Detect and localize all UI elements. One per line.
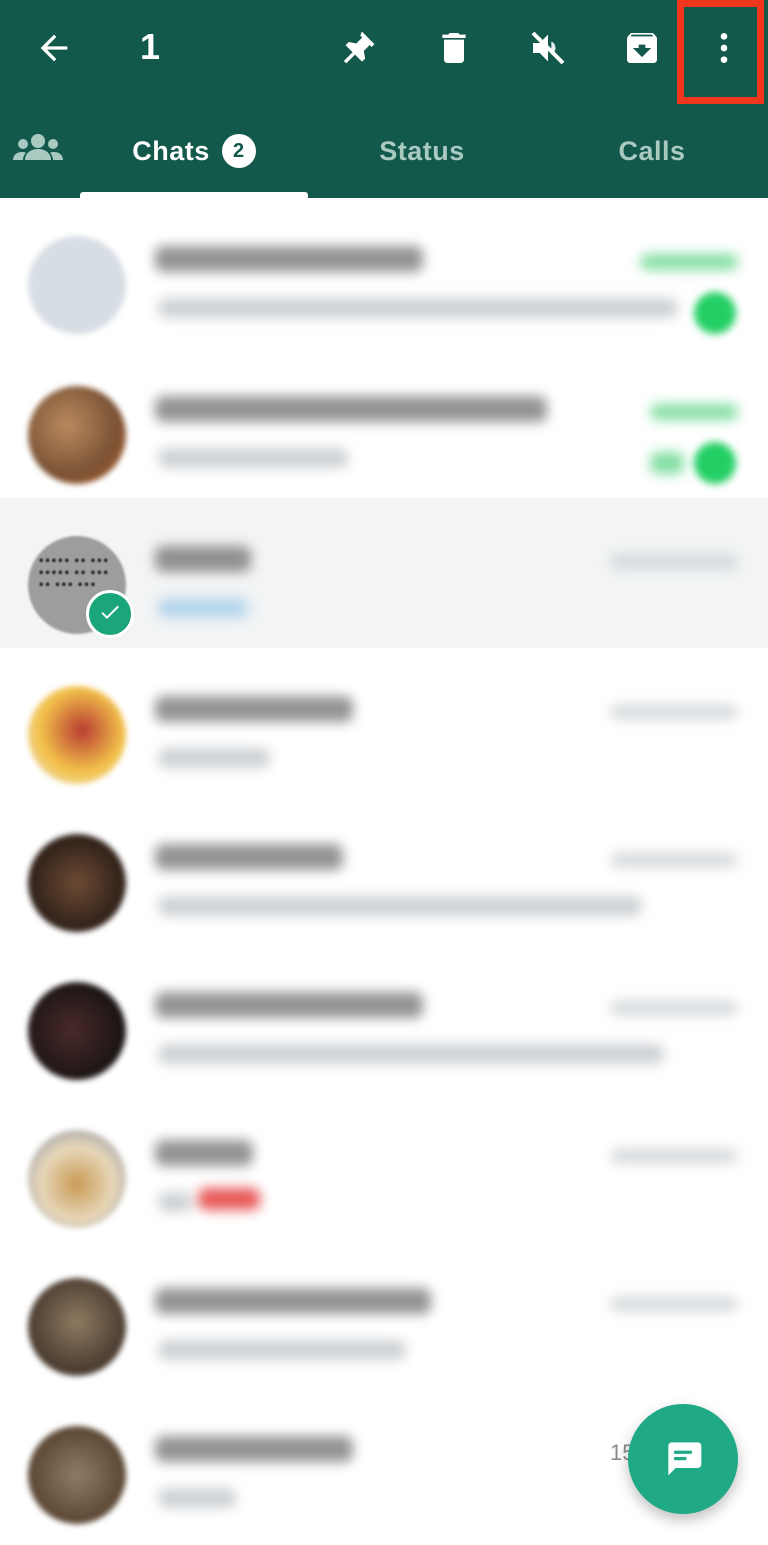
unread-badge (694, 292, 736, 334)
chat-row[interactable] (0, 1240, 768, 1388)
chat-name-blurred (155, 992, 423, 1018)
selection-toolbar: 1 (0, 0, 768, 104)
chat-name-blurred (155, 844, 343, 870)
tab-status-label: Status (379, 135, 465, 166)
tab-calls[interactable]: Calls (536, 104, 768, 198)
chat-name-blurred (155, 396, 547, 422)
pin-icon (337, 27, 379, 74)
avatar (28, 686, 126, 784)
chat-row[interactable] (0, 348, 768, 498)
chat-row[interactable] (0, 648, 768, 796)
back-button[interactable] (22, 18, 86, 82)
archive-button[interactable] (610, 18, 674, 82)
new-chat-icon (661, 1435, 705, 1484)
chat-name-blurred (155, 1140, 253, 1166)
chat-time-blurred (640, 254, 738, 270)
chat-preview-blurred (158, 1044, 664, 1064)
archive-icon (622, 28, 662, 73)
avatar (28, 1426, 126, 1524)
chat-time-blurred (610, 1148, 738, 1164)
chat-name-blurred (155, 546, 251, 572)
selected-check-badge (86, 590, 134, 638)
mute-button[interactable] (516, 18, 580, 82)
avatar (28, 1130, 126, 1228)
avatar (28, 1278, 126, 1376)
heart-emoji-blurred (198, 1188, 260, 1210)
chat-time-blurred (650, 404, 738, 420)
chat-list (0, 198, 768, 1536)
tab-bar: Chats 2 Status Calls (0, 104, 768, 198)
chat-row[interactable] (0, 796, 768, 944)
chat-name-blurred (155, 246, 423, 272)
trash-icon (434, 28, 474, 73)
chat-time-blurred (610, 554, 738, 570)
chat-preview-blurred (158, 1340, 406, 1360)
unread-chats-badge: 2 (221, 134, 256, 168)
avatar (28, 834, 126, 932)
chat-preview-blurred (158, 448, 348, 468)
chat-preview-blurred (158, 1192, 192, 1212)
unread-badge (694, 442, 736, 484)
selected-count: 1 (140, 26, 161, 67)
chat-time-blurred (610, 1000, 738, 1016)
chat-preview-blurred (158, 896, 642, 916)
avatar (28, 982, 126, 1080)
chat-row[interactable] (0, 1092, 768, 1240)
new-chat-button[interactable] (628, 1404, 738, 1514)
chat-row[interactable] (0, 198, 768, 348)
chat-row[interactable] (0, 944, 768, 1092)
tab-communities[interactable] (0, 104, 76, 198)
avatar (28, 386, 126, 484)
chat-preview-blurred (158, 748, 270, 768)
chat-preview-blurred (158, 598, 248, 618)
chat-name-blurred (155, 1288, 431, 1314)
chat-time-blurred (610, 704, 738, 720)
tab-chats-label: Chats (132, 135, 210, 166)
arrow-left-icon (34, 28, 74, 73)
chat-time-blurred (610, 1296, 738, 1312)
mute-icon (528, 28, 568, 73)
chat-preview-blurred (158, 1488, 236, 1508)
tab-chats[interactable]: Chats 2 (80, 104, 308, 198)
mention-icon-blurred (650, 452, 684, 474)
chat-name-blurred (155, 1436, 353, 1462)
app-bar: 1 Chats 2 Status Calls (0, 0, 768, 198)
chat-name-blurred (155, 696, 353, 722)
tab-status[interactable]: Status (308, 104, 536, 198)
tab-calls-label: Calls (618, 135, 686, 166)
check-icon (98, 600, 122, 629)
chat-time-blurred (610, 852, 738, 868)
pin-button[interactable] (326, 18, 390, 82)
more-options-highlight (677, 0, 764, 104)
communities-icon (12, 130, 64, 173)
chat-preview-blurred (158, 298, 678, 318)
avatar-overlay-text-blurred: ••••• •• ••• ••••• •• ••• •• ••• ••• (38, 556, 109, 591)
delete-button[interactable] (422, 18, 486, 82)
avatar (28, 236, 126, 334)
